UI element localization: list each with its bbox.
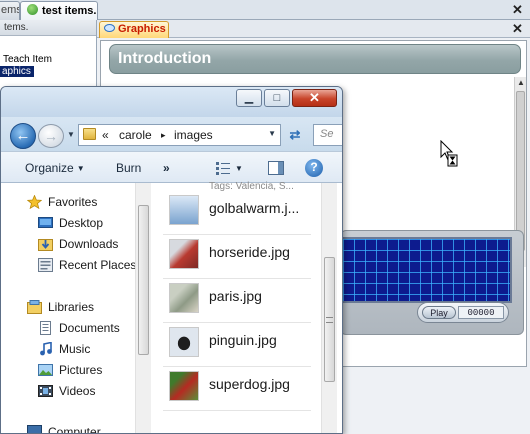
nav-favorites-label: Favorites — [48, 195, 98, 209]
tab-items-label: ems. — [1, 4, 19, 16]
downloads-folder-icon — [38, 239, 53, 251]
computer-icon — [27, 425, 42, 433]
tab-test-items[interactable]: test items. — [20, 1, 98, 20]
speech-bubble-icon — [104, 24, 115, 32]
tab-test-items-label: test items. — [42, 5, 97, 17]
editor-tab-bar: Graphics ✕ — [97, 20, 530, 38]
views-icon[interactable] — [215, 161, 231, 175]
file-item-horseride[interactable]: horseride.jpg — [163, 235, 311, 279]
media-player: Play 00000 — [340, 230, 524, 335]
refresh-icon[interactable]: ⇄ — [283, 124, 307, 146]
tree-item-teach-item[interactable]: Teach Item — [0, 54, 55, 65]
address-dropdown-icon[interactable]: ▼ — [268, 129, 276, 138]
videos-icon — [38, 385, 53, 397]
media-display — [341, 237, 512, 303]
nav-computer-label: Computer — [48, 425, 101, 434]
time-counter: 00000 — [458, 306, 504, 319]
image-thumbnail — [169, 195, 199, 225]
navigation-pane-scroll-thumb[interactable] — [138, 205, 149, 355]
image-thumbnail — [169, 283, 199, 313]
search-input[interactable]: Se — [313, 124, 342, 146]
nav-pictures-label: Pictures — [59, 363, 103, 377]
preview-pane-icon[interactable] — [268, 161, 284, 175]
pictures-icon — [38, 364, 53, 376]
help-icon[interactable]: ? — [305, 159, 323, 177]
recent-places-icon — [38, 258, 53, 272]
burn-button[interactable]: Burn — [116, 161, 141, 175]
music-icon — [40, 342, 52, 356]
nav-recent-places-label: Recent Places — [59, 258, 137, 272]
back-button[interactable]: ← — [10, 123, 36, 149]
file-name: horseride.jpg — [209, 244, 290, 260]
recent-pages-icon[interactable]: ▼ — [65, 129, 77, 141]
image-thumbnail — [169, 327, 199, 357]
file-item-golbalwarm[interactable]: golbalwarm.j... — [163, 191, 311, 235]
close-editor-icon[interactable]: ✕ — [512, 22, 523, 36]
file-list-scrollbar[interactable] — [321, 183, 337, 433]
close-document-icon[interactable]: ✕ — [512, 3, 523, 17]
address-bar[interactable]: « carole ▸ images ▼ — [78, 124, 281, 146]
organize-button[interactable]: Organize ▼ — [25, 161, 85, 175]
tab-graphics-label: Graphics — [118, 23, 166, 35]
nav-documents-label: Documents — [59, 321, 120, 335]
teach-item-icon — [27, 4, 38, 15]
file-name: pinguin.jpg — [209, 332, 277, 348]
star-icon — [27, 195, 42, 209]
command-bar: Organize ▼ Burn » ▼ ? — [1, 151, 342, 183]
close-button[interactable]: ✕ — [292, 89, 337, 107]
file-item-superdog[interactable]: superdog.jpg — [163, 367, 311, 411]
views-dropdown-icon[interactable]: ▼ — [235, 164, 243, 173]
nav-desktop-label: Desktop — [59, 216, 104, 230]
nav-downloads-label: Downloads — [59, 237, 119, 251]
screen: ems. test items. ✕ tems. Teach Item aphi… — [0, 0, 530, 434]
more-commands-button[interactable]: » — [163, 161, 170, 175]
scroll-grip-icon — [326, 317, 333, 323]
explorer-titlebar[interactable]: ▁ □ ✕ — [1, 87, 342, 117]
image-thumbnail — [169, 239, 199, 269]
file-list: Tags: Valencia, S... golbalwarm.j... hor… — [151, 181, 342, 433]
breadcrumb-images[interactable]: images — [174, 128, 213, 142]
breadcrumb-carole[interactable]: carole — [119, 128, 152, 142]
slide-scroll-thumb[interactable] — [516, 91, 525, 251]
item-tree-header: tems. — [0, 20, 96, 36]
nav-videos-label: Videos — [59, 384, 96, 398]
libraries-icon — [27, 300, 42, 314]
minimize-button[interactable]: ▁ — [236, 89, 262, 107]
maximize-button[interactable]: □ — [264, 89, 290, 107]
desktop-icon — [38, 217, 53, 228]
slide-title[interactable]: Introduction — [109, 44, 521, 74]
tab-items[interactable]: ems. — [0, 1, 20, 20]
tree-item-graphics[interactable]: aphics — [0, 66, 34, 77]
nav-libraries-label: Libraries — [48, 300, 95, 314]
file-name: golbalwarm.j... — [209, 200, 300, 216]
folder-icon — [83, 128, 96, 140]
breadcrumb-overflow[interactable]: « — [102, 128, 109, 142]
navigation-pane-scrollbar[interactable] — [135, 183, 151, 433]
file-item-pinguin[interactable]: pinguin.jpg — [163, 323, 311, 367]
tab-graphics[interactable]: Graphics — [99, 21, 169, 38]
image-thumbnail — [169, 371, 199, 401]
file-item-paris[interactable]: paris.jpg — [163, 279, 311, 323]
chevron-down-icon: ▼ — [76, 164, 85, 173]
scroll-up-icon[interactable]: ▲ — [516, 78, 526, 88]
navigation-bar: ← → ▼ « carole ▸ images ▼ ⇄ Se — [1, 117, 342, 151]
file-name: superdog.jpg — [209, 376, 290, 392]
forward-button[interactable]: → — [38, 124, 64, 148]
document-tab-bar: ems. test items. ✕ — [0, 0, 530, 20]
media-controls: Play 00000 — [417, 302, 509, 323]
play-button[interactable]: Play — [422, 306, 456, 319]
documents-icon — [40, 321, 51, 335]
file-name: paris.jpg — [209, 288, 262, 304]
breadcrumb-separator[interactable]: ▸ — [161, 130, 166, 141]
hourglass-cursor-icon — [440, 140, 458, 167]
navigation-pane: Favorites Desktop Downloads Recent Place… — [1, 183, 151, 434]
nav-music-label: Music — [59, 342, 91, 356]
organize-label: Organize — [25, 161, 74, 175]
explorer-window: ▁ □ ✕ ← → ▼ « carole ▸ images ▼ ⇄ Se Org… — [0, 86, 343, 434]
